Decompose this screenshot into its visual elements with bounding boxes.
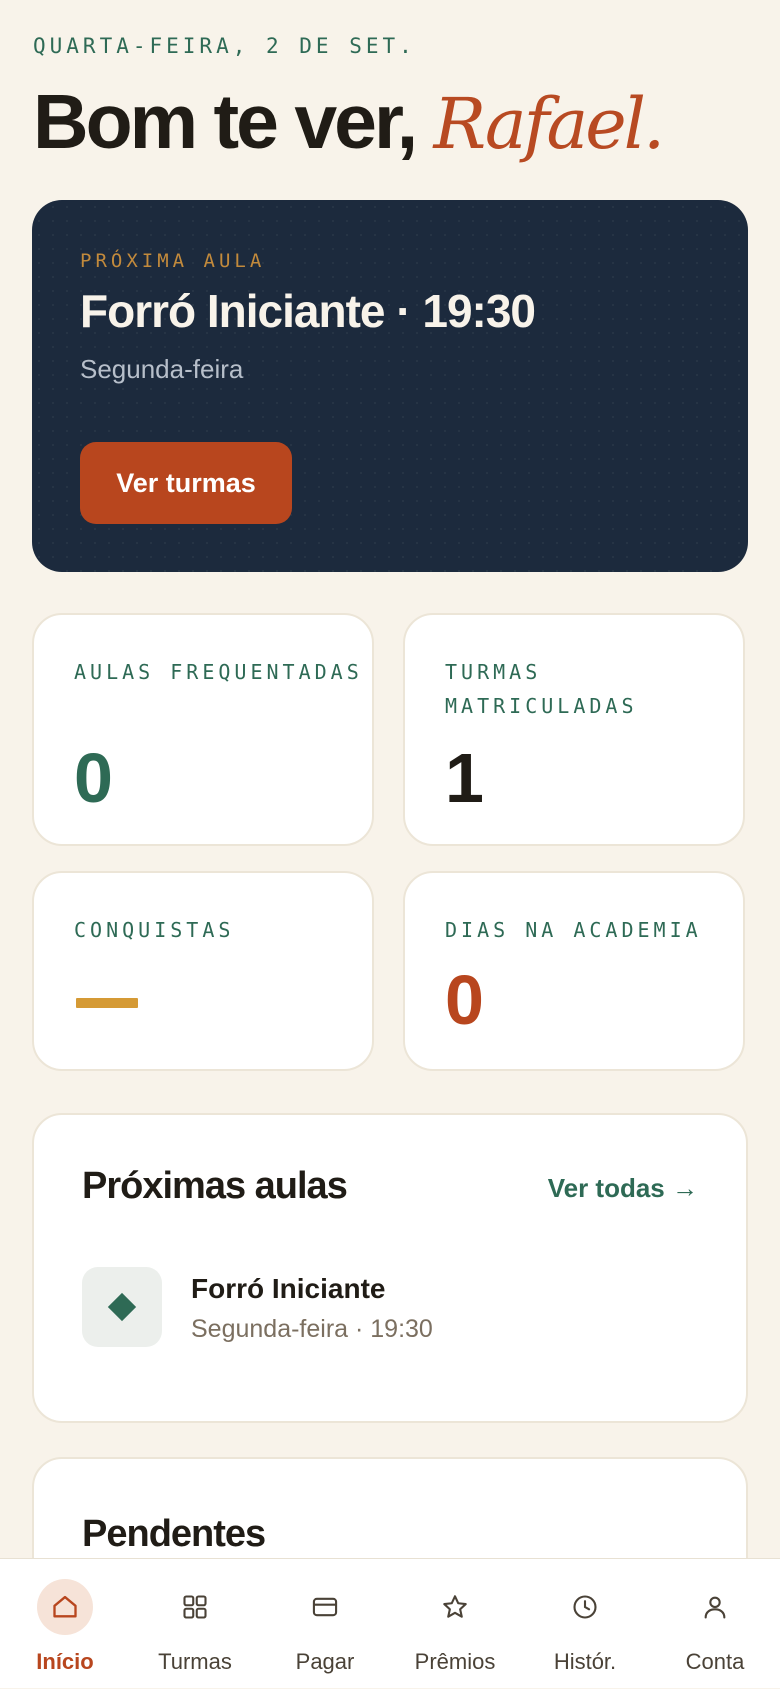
greeting-heading: Bom te ver, Rafael.	[33, 78, 666, 167]
next-class-label: PRÓXIMA AULA	[80, 250, 266, 272]
diamond-icon	[107, 1292, 137, 1322]
tab-history[interactable]: Histór.	[520, 1559, 650, 1689]
empty-value-dash	[76, 998, 138, 1008]
next-class-title: Forró Iniciante · 19:30	[80, 285, 536, 337]
tab-classes[interactable]: Turmas	[130, 1559, 260, 1689]
stat-value: 0	[74, 739, 113, 817]
list-item[interactable]: Forró Iniciante Segunda-feira · 19:30	[82, 1265, 702, 1349]
stat-label: TURMAS MATRICULADAS	[445, 660, 638, 718]
stat-label: CONQUISTAS	[74, 918, 235, 942]
home-icon	[37, 1579, 93, 1635]
upcoming-classes-panel: Próximas aulas Ver todas → Forró Inician…	[32, 1113, 748, 1423]
see-all-link[interactable]: Ver todas →	[548, 1173, 698, 1204]
class-schedule: Segunda-feira · 19:30	[191, 1315, 433, 1343]
next-class-card: PRÓXIMA AULA Forró Iniciante · 19:30 Seg…	[32, 200, 748, 572]
tab-account[interactable]: Conta	[650, 1559, 780, 1689]
star-icon	[427, 1579, 483, 1635]
tab-label: Pagar	[295, 1649, 355, 1674]
stat-value: 1	[445, 739, 484, 817]
greeting-text: Bom te ver,	[33, 79, 418, 165]
stat-label: AULAS FREQUENTADAS	[74, 660, 363, 684]
tab-label: Histór.	[553, 1649, 617, 1674]
stat-card-days-at-academy: DIAS NA ACADEMIA 0	[403, 871, 745, 1071]
date-label: QUARTA-FEIRA, 2 DE SET.	[33, 34, 416, 58]
grid-icon	[167, 1579, 223, 1635]
upcoming-classes-title: Próximas aulas	[82, 1165, 348, 1207]
clock-icon	[557, 1579, 613, 1635]
stat-card-achievements: CONQUISTAS	[32, 871, 374, 1071]
stat-card-classes-attended: AULAS FREQUENTADAS 0	[32, 613, 374, 846]
tab-label: Conta	[685, 1649, 745, 1674]
tab-label: Prêmios	[414, 1649, 496, 1674]
card-icon	[297, 1579, 353, 1635]
user-icon	[687, 1579, 743, 1635]
tab-home[interactable]: Início	[0, 1559, 130, 1689]
user-name: Rafael.	[433, 83, 666, 165]
stat-label: DIAS NA ACADEMIA	[445, 918, 702, 942]
tab-label: Início	[36, 1649, 94, 1674]
stat-value: 0	[445, 961, 484, 1039]
tab-pay[interactable]: Pagar	[260, 1559, 390, 1689]
bottom-tab-bar: Início Turmas Pagar Prêmios Histór. Cont…	[0, 1558, 780, 1688]
tab-label: Turmas	[158, 1649, 232, 1674]
class-icon-tile	[82, 1267, 162, 1347]
view-classes-button[interactable]: Ver turmas	[80, 442, 292, 524]
pending-title: Pendentes	[82, 1513, 266, 1555]
stat-card-enrolled-classes: TURMAS MATRICULADAS 1	[403, 613, 745, 846]
next-class-day: Segunda-feira	[80, 354, 244, 384]
class-name: Forró Iniciante	[191, 1273, 386, 1304]
tab-rewards[interactable]: Prêmios	[390, 1559, 520, 1689]
